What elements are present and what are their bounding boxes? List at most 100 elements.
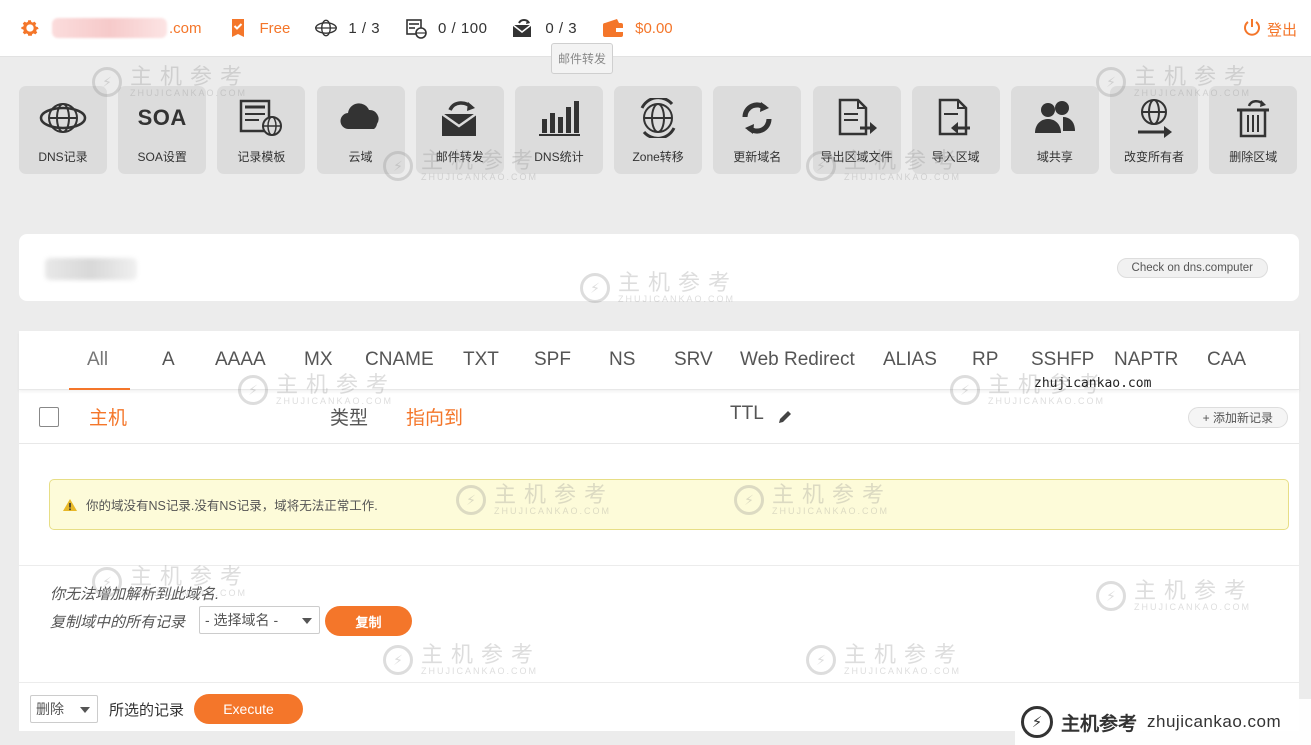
change-owner-icon [1132,98,1176,138]
source-domain-select[interactable]: - 选择域名 - [199,606,320,634]
watermark-brand: 主机参考 [1061,713,1138,735]
tool-delete-zone[interactable]: 删除区域 [1209,86,1298,174]
records-globe-icon [404,16,428,40]
pencil-icon[interactable] [777,409,793,430]
users-icon [1033,98,1077,138]
bar-chart-icon [538,98,580,138]
tool-label: SOA设置 [137,150,187,164]
execute-button[interactable]: Execute [194,694,303,724]
power-icon [1243,18,1261,40]
tool-label: 云域 [348,150,373,164]
column-points-to[interactable]: 指向到 [406,403,463,430]
domains-counter[interactable]: 1 / 3 [314,16,380,40]
tab-srv[interactable]: SRV [674,349,713,371]
tab-sshfp[interactable]: SSHFP [1031,349,1094,371]
tool-label: 导入区域 [931,150,980,164]
globe-icon [39,98,87,138]
tool-zone-transfer[interactable]: Zone转移 [614,86,703,174]
import-file-icon [936,98,976,138]
zone-tools: DNS记录 SOA SOA设置 记录模板 云域 邮件转发 DNS统计 Zone转… [19,86,1308,174]
divider [19,682,1299,683]
wallet-icon [601,16,625,40]
alert-message: 你的域没有NS记录.没有NS记录，域将无法正常工作. [86,499,378,513]
tab-ns[interactable]: NS [609,349,635,371]
tooltip: 邮件转发 [551,43,614,74]
refresh-icon [739,98,775,138]
tool-cloud-domain[interactable]: 云域 [316,86,405,174]
column-ttl: TTL [730,403,764,424]
tool-domain-sharing[interactable]: 域共享 [1010,86,1099,174]
tool-import-zone[interactable]: 导入区域 [911,86,1000,174]
plan-indicator[interactable]: Free [226,16,291,40]
logout-label: 登出 [1266,21,1297,39]
mail-forward-counter[interactable]: 0 / 3 [511,16,577,40]
tab-a[interactable]: A [162,349,175,371]
plan-label: Free [259,19,291,37]
trash-icon [1235,98,1271,138]
column-type: 类型 [330,408,369,429]
tool-dns-stats[interactable]: DNS统计 [514,86,603,174]
selected-records-label: 所选的记录 [109,702,185,719]
tool-label: 邮件转发 [435,150,484,164]
copy-records-label: 复制域中的所有记录 [50,614,186,631]
records-counter[interactable]: 0 / 100 [404,16,487,40]
source-domain-value: - 选择域名 - [205,612,279,628]
ns-warning-alert: 你的域没有NS记录.没有NS记录，域将无法正常工作. [49,479,1289,530]
tool-label: DNS记录 [38,150,88,164]
tab-all[interactable]: All [87,349,108,371]
cloud-icon [339,98,383,138]
tool-change-owner[interactable]: 改变所有者 [1110,86,1199,174]
records-table-header: 主机 类型 指向到 TTL + 添加新记录 [19,401,1299,444]
cannot-add-notice: 你无法增加解析到此域名. [50,586,220,603]
tool-update-domain[interactable]: 更新域名 [713,86,802,174]
logout-button[interactable]: 登出 [1243,18,1297,40]
tab-spf[interactable]: SPF [534,349,571,371]
tool-label: 导出区域文件 [820,150,893,164]
tab-cname[interactable]: CNAME [365,349,434,371]
tab-aaaa[interactable]: AAAA [215,349,266,371]
tool-label: 域共享 [1036,150,1073,164]
mail-forward-icon [511,16,535,40]
tab-web-redirect[interactable]: Web Redirect [740,349,855,371]
check-dns-computer-button[interactable]: Check on dns.computer [1116,258,1268,278]
add-record-button[interactable]: + 添加新记录 [1187,407,1288,428]
tab-naptr[interactable]: NAPTR [1114,349,1178,371]
tool-soa-settings[interactable]: SOA SOA设置 [118,86,207,174]
tab-caa[interactable]: CAA [1207,349,1246,371]
watermark-domain: zhujicankao.com [1147,712,1282,731]
settings-menu[interactable]: .com [18,16,202,40]
tab-alias[interactable]: ALIAS [883,349,937,371]
tab-mx[interactable]: MX [304,349,333,371]
domain-card: Check on dns.computer [19,234,1299,301]
bulk-action-select[interactable]: 删除 [30,695,98,723]
tab-txt[interactable]: TXT [463,349,499,371]
tool-label: DNS统计 [534,150,584,164]
bulk-action-value: 删除 [36,701,64,717]
tool-export-zone-file[interactable]: 导出区域文件 [812,86,901,174]
corner-watermark: ⚡ 主机参考 zhujicankao.com [1015,699,1311,745]
template-icon [239,98,283,138]
globe-icon [314,16,338,40]
watermark-text: zhujicankao.com [1034,376,1152,391]
plan-tag-icon [226,16,250,40]
tool-label: 记录模板 [237,150,286,164]
export-file-icon [836,98,878,138]
tool-label: 删除区域 [1229,150,1278,164]
tool-mail-forward[interactable]: 邮件转发 [415,86,504,174]
tab-rp[interactable]: RP [972,349,998,371]
column-host[interactable]: 主机 [89,403,127,430]
tool-label: Zone转移 [632,150,684,164]
chevron-down-icon [302,618,312,624]
copy-button[interactable]: 复制 [325,606,412,636]
globe-transfer-icon [636,98,680,138]
tool-record-templates[interactable]: 记录模板 [217,86,306,174]
top-bar: .com Free 1 / 3 0 / 100 0 / 3 $0.00 登出 [0,0,1311,57]
divider [19,565,1299,566]
records-panel: All A AAAA MX CNAME TXT SPF NS SRV Web R… [19,331,1299,731]
balance-indicator[interactable]: $0.00 [601,16,673,40]
tool-dns-records[interactable]: DNS记录 [19,86,107,174]
records-count: 0 / 100 [438,19,488,37]
gear-icon[interactable] [18,16,42,40]
select-all-checkbox[interactable] [39,407,59,427]
watermark-logo-icon: ⚡ [1021,706,1053,738]
